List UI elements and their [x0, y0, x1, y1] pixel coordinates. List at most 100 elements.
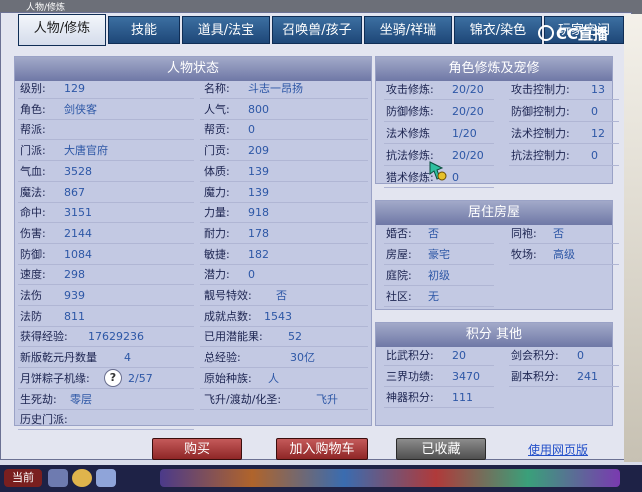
status-left-row: 速度: 298: [20, 265, 195, 285]
status-right-value: 918: [248, 206, 269, 220]
tab-outfits[interactable]: 锦衣/染色: [454, 16, 542, 44]
status-right-label: 潜力:: [204, 268, 230, 282]
status-left-row: 命中: 3151: [20, 203, 195, 223]
status-left-value: 17629236: [88, 330, 144, 344]
mic-icon[interactable]: [48, 469, 68, 487]
status-right-value: 1543: [264, 309, 292, 323]
points-left-value: 3470: [452, 370, 480, 383]
status-right-label: 人气:: [204, 102, 230, 116]
tab-mounts[interactable]: 坐骑/祥瑞: [364, 16, 452, 44]
points-right-row: 副本积分: 241: [511, 367, 642, 387]
status-left-value: 811: [64, 309, 85, 323]
status-right-row: 总经验: 30亿: [204, 348, 369, 368]
status-left-row: 防御: 1084: [20, 245, 195, 265]
housing-right-value: 否: [553, 227, 564, 240]
cultivation-left-value: 0: [452, 171, 459, 184]
status-left-label: 速度:: [20, 268, 46, 282]
status-right-label: 敏捷:: [204, 247, 230, 261]
status-left-label: 角色:: [20, 102, 46, 116]
points-right-label: 副本积分:: [511, 370, 559, 383]
status-left-label: 伤害:: [20, 226, 46, 240]
points-right-value: 0: [577, 349, 584, 362]
housing-left-label: 社区:: [386, 290, 412, 303]
add-to-cart-button[interactable]: 加入购物车: [276, 438, 368, 460]
housing-left-label: 婚否:: [386, 227, 412, 240]
row-divider: [18, 429, 194, 431]
cultivation-right-label: 攻击控制力:: [511, 83, 570, 96]
status-right-row: 成就点数: 1543: [204, 307, 369, 327]
housing-left-row: 社区: 无: [386, 287, 548, 307]
row-divider: [384, 187, 494, 188]
status-left-value: 剑侠客: [64, 102, 97, 116]
status-right-value: 斗志一昂扬: [248, 82, 303, 95]
status-right-label: 成就点数:: [204, 309, 252, 323]
row-divider: [200, 408, 368, 410]
housing-right-label: 同袍:: [511, 227, 537, 240]
status-right-row: 帮贡: 0: [204, 120, 369, 140]
row-divider: [384, 365, 494, 366]
status-right-value: 否: [276, 289, 287, 302]
row-divider: [384, 143, 494, 144]
status-right-row: 名称: 斗志一昂扬: [204, 79, 369, 99]
cultivation-right-label: 法术控制力:: [511, 127, 570, 140]
brand-name: CC直播: [556, 25, 609, 43]
help-question-icon[interactable]: ?: [104, 369, 122, 387]
status-left-label: 获得经验:: [20, 330, 68, 344]
status-right-row: 敏捷: 182: [204, 245, 369, 265]
buy-button[interactable]: 购买: [152, 438, 242, 460]
status-right-label: 靓号特效:: [204, 289, 252, 302]
cultivation-left-label: 猎术修炼:: [386, 171, 434, 184]
row-divider: [384, 121, 494, 122]
points-right-value: 241: [577, 370, 598, 383]
status-left-row: 新版乾元丹数量 4: [20, 348, 195, 368]
emoji-icon[interactable]: [72, 469, 92, 487]
current-channel-tab[interactable]: 当前: [4, 469, 42, 487]
tab-pets[interactable]: 召唤兽/孩子: [272, 16, 362, 44]
status-left-label: 命中:: [20, 206, 46, 220]
points-left-label: 比武积分:: [386, 349, 434, 362]
status-right-value: 800: [248, 102, 269, 116]
quickbar-icons[interactable]: [160, 469, 620, 487]
status-left-row: 获得经验: 17629236: [20, 327, 195, 347]
cultivation-panel-title: 角色修炼及宠修: [376, 57, 612, 81]
favorited-button[interactable]: 已收藏: [396, 438, 486, 460]
chat-icon[interactable]: [96, 469, 116, 487]
status-left-value: 2144: [64, 226, 92, 240]
status-left-value: 129: [64, 82, 85, 95]
status-right-row: 力量: 918: [204, 203, 369, 223]
cultivation-right-row: 攻击控制力: 13: [511, 80, 642, 100]
status-left-row: 气血: 3528: [20, 162, 195, 182]
cultivation-right-value: 0: [591, 105, 598, 118]
cultivation-left-value: 20/20: [452, 83, 484, 96]
web-version-link[interactable]: 使用网页版: [528, 441, 588, 458]
points-left-value: 20: [452, 349, 466, 362]
points-left-row: 神器积分: 111: [386, 388, 572, 408]
status-left-value: 867: [64, 185, 85, 199]
status-left-value: 2/57: [128, 371, 153, 385]
status-left-value: 大唐官府: [64, 144, 108, 158]
status-right-value: 飞升: [316, 392, 338, 406]
status-right-row: 靓号特效: 否: [204, 286, 369, 306]
tab-items[interactable]: 道具/法宝: [182, 16, 270, 44]
status-right-value: 209: [248, 144, 269, 158]
status-right-label: 原始种族:: [204, 371, 252, 385]
cultivation-left-value: 20/20: [452, 105, 484, 118]
tab-character[interactable]: 人物/修炼: [18, 14, 106, 46]
status-right-label: 名称:: [204, 82, 230, 95]
status-left-label: 法伤: [20, 289, 42, 302]
row-divider: [384, 99, 494, 100]
status-left-value: 298: [64, 268, 85, 282]
status-right-row: 潜力: 0: [204, 265, 369, 285]
tab-skills[interactable]: 技能: [108, 16, 180, 44]
housing-left-row: 庭院: 初级: [386, 266, 548, 286]
row-divider: [384, 285, 494, 286]
cultivation-left-row: 猎术修炼: 0: [386, 168, 572, 188]
status-left-row: 伤害: 2144: [20, 224, 195, 244]
status-right-row: 魔力: 139: [204, 183, 369, 203]
status-left-label: 气血:: [20, 164, 46, 178]
row-divider: [384, 243, 494, 244]
status-panel-title: 人物状态: [15, 57, 371, 81]
points-panel-title: 积分 其他: [376, 323, 612, 347]
status-left-value: 零层: [70, 392, 92, 406]
status-right-label: 魔力:: [204, 185, 230, 199]
